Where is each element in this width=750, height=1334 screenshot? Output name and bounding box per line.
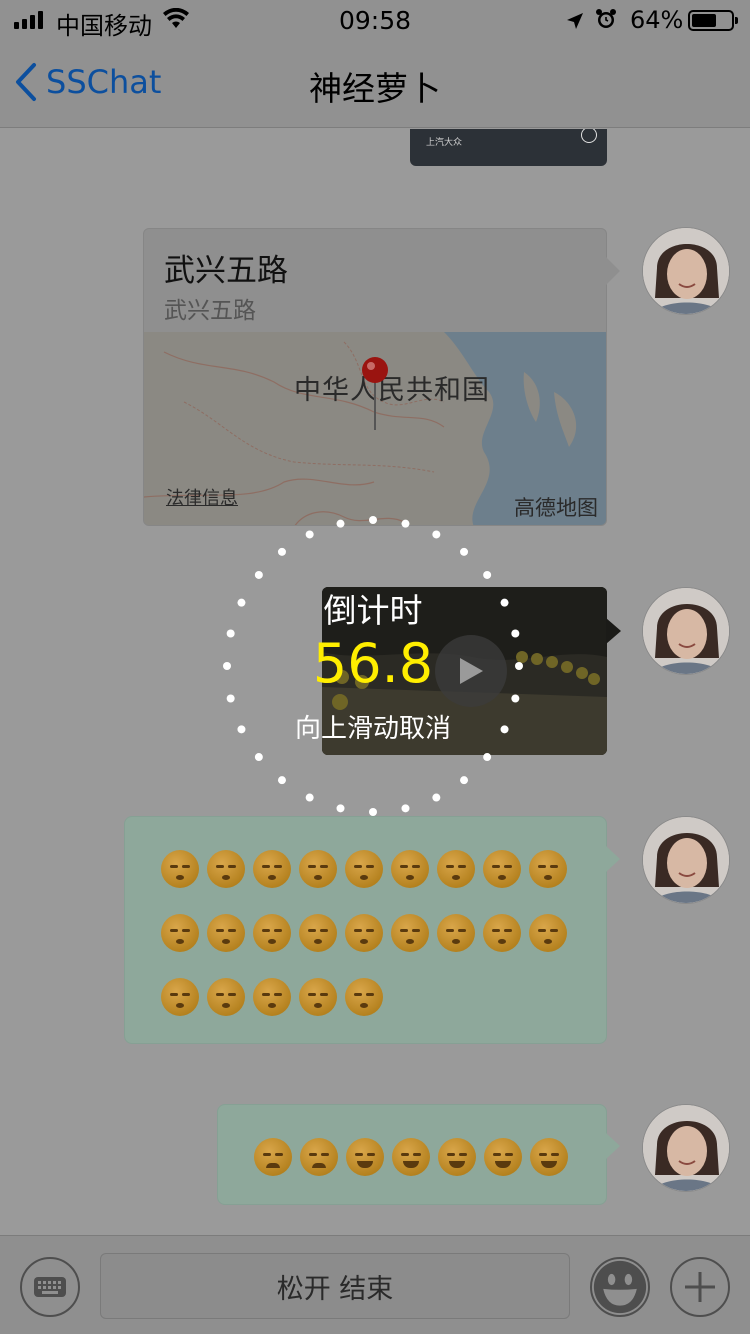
ring-dot [254,570,263,579]
worried-face-emoji [300,1138,338,1176]
location-name: 武兴五路 [164,253,288,289]
sleepy-face-emoji [345,978,383,1016]
sleepy-face-emoji [161,850,199,888]
ring-dot [483,753,492,762]
sleepy-face-emoji [299,850,337,888]
input-bar: 松开 结束 [0,1235,750,1334]
sleepy-face-emoji [299,978,337,1016]
bubble-tail [606,846,620,872]
bubble-tail [606,257,620,285]
ring-dot [336,804,345,813]
sleepy-face-emoji [253,978,291,1016]
ring-dot [305,530,314,539]
ring-dot [369,516,377,524]
ring-dot [305,793,314,802]
keyboard-icon [34,1277,66,1297]
battery-icon [688,10,738,31]
page-title: 神经萝卜 [309,69,441,108]
battery-percent: 64% [630,6,684,34]
sleepy-face-emoji [483,850,521,888]
avatar[interactable] [642,1104,730,1192]
worried-face-emoji [254,1138,292,1176]
sleepy-face-emoji [483,914,521,952]
location-message[interactable]: 武兴五路 武兴五路 中华人民共和国 法律信息 高德地图 [143,228,607,526]
cancel-hint: 向上滑动取消 [294,714,451,744]
map-legal-link[interactable]: 法律信息 [166,484,238,510]
sleepy-face-emoji [391,850,429,888]
sleepy-face-emoji [437,914,475,952]
emoji-face-icon [593,1260,647,1314]
avatar[interactable] [642,227,730,315]
ring-dot [277,776,286,785]
location-address: 武兴五路 [164,298,256,324]
ring-dot [369,808,377,816]
bubble-tail [606,1133,620,1159]
sleepy-face-emoji [437,850,475,888]
ring-dot [460,776,469,785]
hold-to-talk-button[interactable]: 松开 结束 [100,1253,570,1319]
sleepy-face-emoji [161,914,199,952]
ring-dot [432,530,441,539]
sleepy-face-emoji [529,850,567,888]
sleepy-face-emoji [253,914,291,952]
countdown-label: 倒计时 [323,591,423,630]
countdown-value: 56.8 [312,632,434,695]
smiling-face-emoji [530,1138,568,1176]
navigation-bar: SSChat 神经萝卜 [0,40,750,128]
smiling-face-emoji [438,1138,476,1176]
sleepy-face-emoji [161,978,199,1016]
sleepy-face-emoji [345,850,383,888]
status-bar: 中国移动 09:58 64% [0,0,750,40]
avatar[interactable] [642,816,730,904]
map-country-label: 中华人民共和国 [294,375,490,406]
smiling-face-emoji [346,1138,384,1176]
ring-dot [460,547,469,556]
avatar[interactable] [642,587,730,675]
plus-icon [685,1272,715,1302]
smiling-face-emoji [484,1138,522,1176]
location-arrow-icon [565,9,585,37]
ring-dot [401,804,410,813]
vw-logo-icon [581,129,597,143]
sleepy-face-emoji [529,914,567,952]
bubble-tail [606,618,621,644]
alarm-icon [595,8,617,36]
map-pin-icon [362,357,388,430]
map-provider-label: 高德地图 [514,496,598,520]
sleepy-face-emoji [207,978,245,1016]
smiling-face-emoji [392,1138,430,1176]
sleepy-face-emoji [253,850,291,888]
sleepy-face-emoji [391,914,429,952]
emoji-button[interactable] [590,1257,650,1317]
ring-dot [483,570,492,579]
emoji-list [161,850,581,1016]
ring-dot [511,694,520,703]
emoji-list [254,1138,594,1176]
ring-dot [226,694,235,703]
keyboard-button[interactable] [20,1257,80,1317]
ring-dot [277,547,286,556]
sleepy-face-emoji [299,914,337,952]
sleepy-face-emoji [345,914,383,952]
more-button[interactable] [670,1257,730,1317]
ring-dot [254,753,263,762]
ring-dot [401,519,410,528]
link-card-partial[interactable]: 上汽大众 [410,129,607,166]
card-brand-text: 上汽大众 [426,138,463,148]
sleepy-face-emoji [207,914,245,952]
ring-dot [336,519,345,528]
emoji-message[interactable] [217,1104,607,1205]
ring-dot [432,793,441,802]
location-map[interactable]: 中华人民共和国 法律信息 高德地图 [144,332,606,525]
sleepy-face-emoji [207,850,245,888]
emoji-message[interactable] [124,816,607,1044]
